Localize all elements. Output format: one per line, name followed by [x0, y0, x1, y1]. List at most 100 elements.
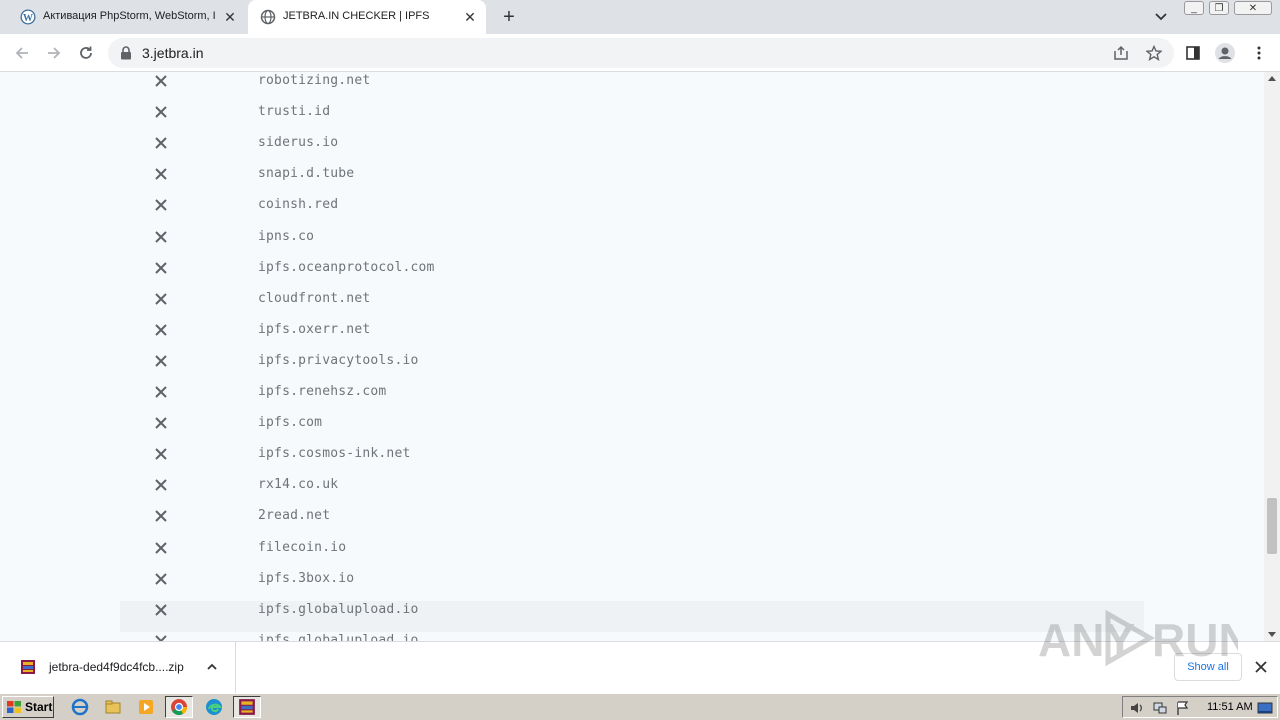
side-panel-button[interactable]: [1182, 42, 1204, 64]
taskbar-chrome[interactable]: [165, 696, 193, 718]
x-icon: [155, 230, 167, 243]
edge-icon: [206, 699, 223, 715]
profile-button[interactable]: [1214, 42, 1236, 64]
restore-button[interactable]: ❐: [1209, 1, 1229, 15]
gateway-row: filecoin.io: [120, 539, 1144, 570]
x-icon: [155, 106, 167, 118]
close-icon[interactable]: ✕: [222, 9, 238, 25]
gateway-row: ipfs.globalupload.io: [120, 600, 1144, 632]
gateway-domain: ipfs.globalupload.io: [258, 632, 419, 641]
gateway-row: siderus.io: [120, 134, 1144, 165]
scroll-down-arrow[interactable]: [1268, 632, 1276, 637]
svg-text:W: W: [23, 13, 33, 24]
tab-title: Активация PhpStorm, WebStorm, Ir: [43, 10, 216, 22]
media-player-icon: [139, 700, 153, 714]
gateway-row: 2read.net: [120, 507, 1144, 538]
x-icon: [155, 448, 167, 460]
gateway-domain: ipfs.3box.io: [258, 570, 355, 586]
arrow-left-icon: [15, 47, 28, 59]
scroll-thumb[interactable]: [1267, 498, 1277, 554]
tab-activation[interactable]: W Активация PhpStorm, WebStorm, Ir ✕: [8, 0, 246, 34]
gateway-row: rx14.co.uk: [120, 476, 1144, 507]
window-close-button[interactable]: ✕: [1234, 1, 1272, 15]
new-tab-button[interactable]: +: [499, 6, 519, 28]
x-icon: [155, 572, 167, 585]
vertical-scrollbar[interactable]: [1264, 72, 1280, 641]
reload-icon: [80, 46, 92, 59]
reload-button[interactable]: [75, 42, 97, 64]
gateway-domain: ipfs.com: [258, 415, 323, 431]
gateway-domain: ipfs.globalupload.io: [258, 601, 419, 617]
gateway-row: ipfs.oxerr.net: [120, 321, 1144, 352]
chevron-up-icon[interactable]: [205, 660, 219, 674]
avatar-icon: [1215, 43, 1235, 63]
taskbar-ie[interactable]: [66, 696, 94, 718]
url-text[interactable]: 3.jetbra.in: [142, 45, 203, 61]
start-button[interactable]: Start: [2, 696, 54, 718]
x-icon: [155, 510, 167, 523]
x-icon: [155, 603, 167, 616]
x-icon: [155, 541, 167, 554]
tab-strip: W Активация PhpStorm, WebStorm, Ir ✕ JET…: [0, 0, 1280, 34]
volume-icon[interactable]: [1129, 700, 1145, 716]
back-button[interactable]: [11, 42, 33, 64]
windows-taskbar: Start 11:51 AM: [0, 693, 1280, 720]
gateway-domain: coinsh.red: [258, 197, 339, 213]
x-icon: [155, 292, 167, 305]
more-vert-icon: [1257, 46, 1261, 60]
globe-icon: [260, 9, 276, 25]
taskbar-explorer[interactable]: [99, 696, 127, 718]
close-icon[interactable]: [1254, 660, 1268, 674]
gateway-row: ipns.co: [120, 228, 1144, 259]
lock-icon[interactable]: [120, 46, 132, 60]
gateway-domain: ipfs.privacytools.io: [258, 352, 419, 368]
taskbar-winrar[interactable]: [233, 696, 261, 718]
gateway-domain: snapi.d.tube: [258, 166, 355, 182]
close-icon[interactable]: ✕: [462, 9, 478, 25]
network-icon[interactable]: [1152, 700, 1168, 716]
gateway-domain: ipfs.oxerr.net: [258, 321, 371, 337]
chevron-down-icon[interactable]: [1152, 9, 1170, 25]
download-file-name: jetbra-ded4f9dc4fcb....zip: [49, 660, 184, 674]
share-button[interactable]: [1110, 42, 1132, 64]
menu-button[interactable]: [1248, 42, 1270, 64]
gateway-row: ipfs.globalupload.io: [120, 632, 1144, 641]
winrar-archive-icon: [21, 660, 35, 674]
tab-jetbra-checker[interactable]: JETBRA.IN CHECKER | IPFS ✕: [248, 0, 486, 34]
download-item[interactable]: jetbra-ded4f9dc4fcb....zip: [0, 642, 236, 693]
gateway-row: ipfs.renehsz.com: [120, 383, 1144, 414]
wordpress-icon: W: [20, 9, 36, 25]
taskbar-edge[interactable]: [200, 696, 228, 718]
gateway-row: ipfs.cosmos-ink.net: [120, 445, 1144, 476]
gateway-row: robotizing.net: [120, 72, 1144, 103]
gateway-domain: ipns.co: [258, 228, 315, 244]
x-icon: [155, 168, 167, 181]
flag-icon[interactable]: [1175, 700, 1191, 716]
gateway-row: ipfs.privacytools.io: [120, 352, 1144, 383]
chrome-icon: [171, 699, 187, 715]
gateway-domain: ipfs.renehsz.com: [258, 384, 387, 399]
scroll-up-arrow[interactable]: [1268, 76, 1276, 81]
gateway-row: trusti.id: [120, 103, 1144, 134]
x-icon: [155, 635, 167, 641]
system-tray: 11:51 AM: [1122, 696, 1278, 718]
bookmark-button[interactable]: [1143, 42, 1165, 64]
x-icon: [155, 75, 167, 87]
gateway-domain: trusti.id: [258, 104, 331, 120]
page-content: robotizing.net trusti.id siderus.io snapi.d…: [0, 72, 1264, 641]
gateway-domain: ipfs.cosmos-ink.net: [258, 446, 411, 462]
show-desktop-icon[interactable]: [1257, 700, 1273, 716]
address-bar[interactable]: 3.jetbra.in: [108, 38, 1174, 68]
clock: 11:51 AM: [1207, 701, 1253, 713]
x-icon: [155, 386, 167, 398]
minimize-button[interactable]: _: [1184, 1, 1204, 15]
side-panel-icon: [1186, 46, 1200, 60]
share-icon: [1114, 45, 1128, 60]
gateway-domain: siderus.io: [258, 135, 339, 151]
x-icon: [155, 261, 167, 274]
gateway-row: ipfs.oceanprotocol.com: [120, 259, 1144, 290]
taskbar-media[interactable]: [132, 696, 160, 718]
x-icon: [155, 199, 167, 212]
winrar-icon: [239, 699, 255, 715]
forward-button[interactable]: [43, 42, 65, 64]
